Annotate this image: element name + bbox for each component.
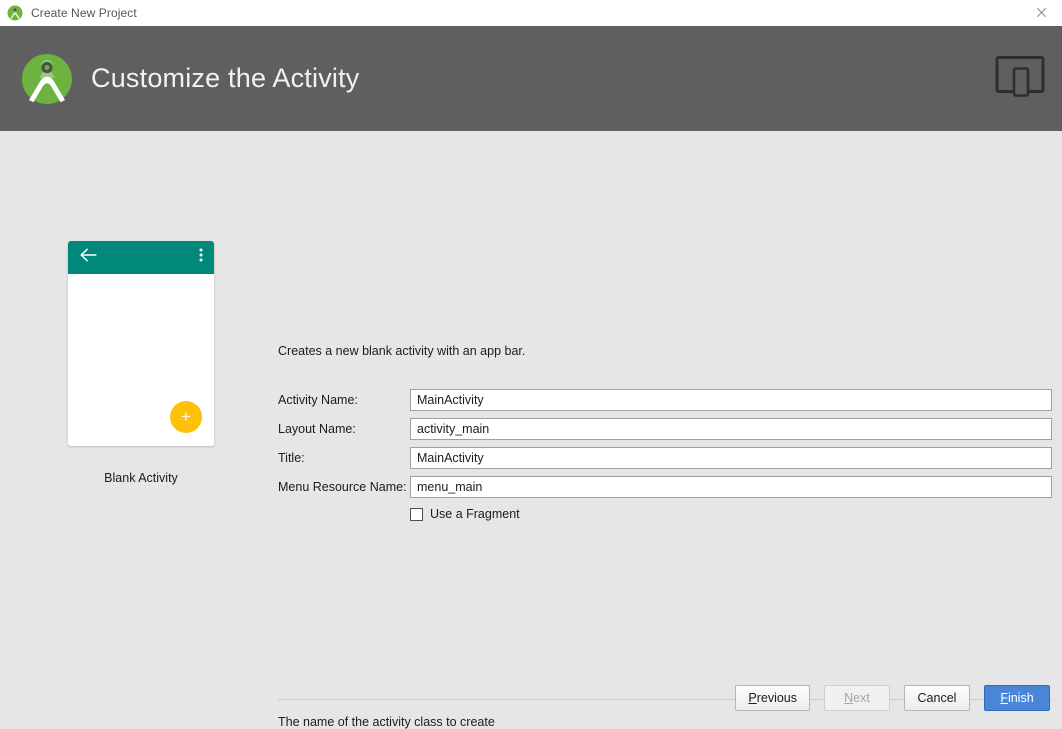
- close-icon[interactable]: [1020, 0, 1062, 25]
- field-title: Title:: [278, 447, 1052, 469]
- layout-name-input[interactable]: [410, 418, 1052, 440]
- fab-label: +: [181, 408, 191, 425]
- page-title: Customize the Activity: [91, 63, 360, 94]
- use-fragment-label: Use a Fragment: [430, 507, 520, 521]
- cancel-button-label: Cancel: [918, 691, 957, 705]
- wizard-header: Customize the Activity: [0, 26, 1062, 131]
- preview-caption: Blank Activity: [68, 471, 214, 485]
- next-button[interactable]: Next: [824, 685, 890, 711]
- activity-preview: + Blank Activity: [68, 241, 214, 485]
- field-label-menu-resource-name: Menu Resource Name:: [278, 480, 410, 494]
- android-studio-icon: [7, 5, 23, 21]
- field-label-layout-name: Layout Name:: [278, 422, 410, 436]
- hint-text: The name of the activity class to create: [278, 715, 495, 729]
- field-layout-name: Layout Name:: [278, 418, 1052, 440]
- window-titlebar: Create New Project: [0, 0, 1062, 26]
- next-button-label: ext: [853, 691, 870, 705]
- field-label-title: Title:: [278, 451, 410, 465]
- field-activity-name: Activity Name:: [278, 389, 1052, 411]
- previous-button[interactable]: Previous: [735, 685, 810, 711]
- cancel-button[interactable]: Cancel: [904, 685, 970, 711]
- previous-button-label: revious: [757, 691, 797, 705]
- wizard-body: + Blank Activity Creates a new blank act…: [0, 131, 1062, 724]
- preview-appbar: [68, 241, 214, 274]
- use-fragment-checkbox[interactable]: [410, 508, 423, 521]
- use-fragment-row[interactable]: Use a Fragment: [410, 507, 520, 521]
- form-description: Creates a new blank activity with an app…: [278, 344, 525, 358]
- preview-content-area: +: [68, 274, 214, 446]
- phone-mockup: +: [68, 241, 214, 446]
- finish-button-label: inish: [1008, 691, 1034, 705]
- overflow-menu-icon: [199, 247, 203, 268]
- field-label-activity-name: Activity Name:: [278, 393, 410, 407]
- device-preview-icon: [995, 55, 1045, 102]
- android-studio-logo: [18, 50, 76, 108]
- field-menu-resource-name: Menu Resource Name:: [278, 476, 1052, 498]
- wizard-footer: Previous Next Cancel Finish: [735, 685, 1050, 711]
- plus-icon: +: [170, 401, 202, 433]
- menu-resource-name-input[interactable]: [410, 476, 1052, 498]
- activity-name-input[interactable]: [410, 389, 1052, 411]
- title-input[interactable]: [410, 447, 1052, 469]
- finish-button[interactable]: Finish: [984, 685, 1050, 711]
- window-title: Create New Project: [31, 6, 137, 20]
- back-arrow-icon: [79, 248, 97, 267]
